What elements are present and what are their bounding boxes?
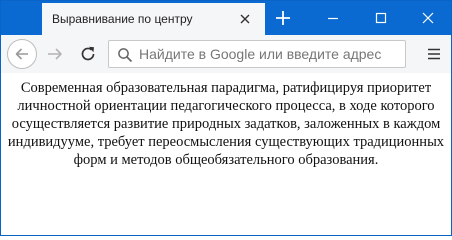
hamburger-menu-icon: [428, 48, 440, 60]
close-window-icon[interactable]: [418, 8, 438, 28]
reload-icon: [81, 46, 95, 61]
centered-paragraph: Современная образовательная парадигма, р…: [7, 80, 445, 168]
new-tab-plus-icon[interactable]: [273, 8, 293, 28]
title-bar: Выравнивание по центру: [1, 1, 451, 35]
minimize-icon[interactable]: [323, 8, 343, 28]
arrow-left-icon: [15, 48, 28, 60]
page-content: Современная образовательная парадигма, р…: [1, 73, 451, 235]
maximize-icon[interactable]: [371, 8, 391, 28]
tab-title: Выравнивание по центру: [52, 12, 193, 26]
browser-window: Выравнивание по центру Найдите в Google …: [0, 0, 452, 236]
back-button[interactable]: [7, 39, 37, 69]
reload-button[interactable]: [78, 44, 98, 64]
forward-button[interactable]: [45, 44, 65, 64]
tab-close-icon[interactable]: [236, 10, 254, 28]
url-bar[interactable]: [108, 40, 406, 68]
url-input[interactable]: [139, 41, 405, 67]
menu-button[interactable]: [424, 44, 444, 64]
tab-active[interactable]: Выравнивание по центру: [42, 3, 265, 35]
navigation-toolbar: [1, 35, 451, 74]
arrow-right-icon: [48, 48, 62, 60]
search-icon: [117, 47, 133, 67]
